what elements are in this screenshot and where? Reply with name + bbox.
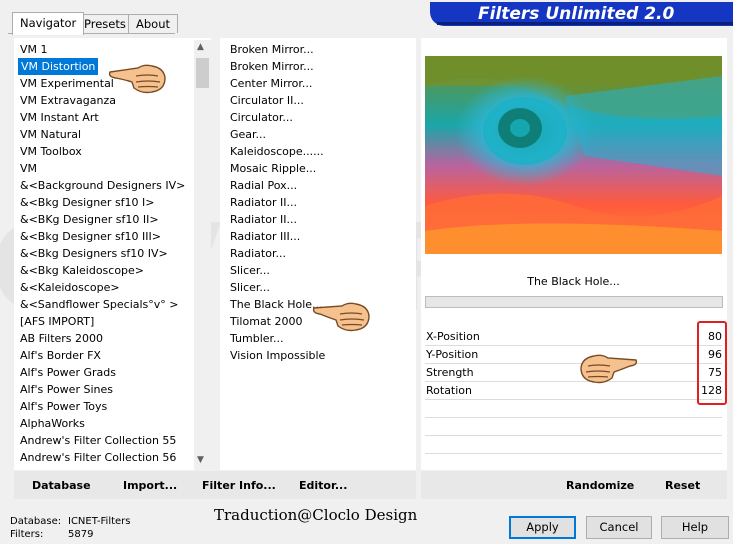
selected-filter-name: The Black Hole...	[425, 272, 722, 292]
category-item[interactable]: AB Filters 2000	[20, 330, 103, 347]
category-item[interactable]: &<Kaleidoscope>	[20, 279, 120, 296]
category-item[interactable]: AlphaWorks	[20, 415, 85, 432]
banner-edge	[437, 22, 733, 25]
category-item[interactable]: &<Bkg Designer sf10 I>	[20, 194, 155, 211]
editor-button[interactable]: Editor...	[299, 479, 347, 492]
category-item[interactable]: VM Extravaganza	[20, 92, 116, 109]
tab-navigator[interactable]: Navigator	[12, 12, 85, 35]
progress-bar	[425, 296, 723, 308]
category-item[interactable]: Alf's Power Toys	[20, 398, 107, 415]
status-filters-value: 5879	[68, 529, 94, 540]
category-item[interactable]: Alf's Power Sines	[20, 381, 113, 398]
database-button[interactable]: Database	[32, 479, 91, 492]
filter-item[interactable]: The Black Hole...	[230, 296, 323, 313]
category-item[interactable]: &<Bkg Designers sf10 IV>	[20, 245, 168, 262]
category-item[interactable]: VM Natural	[20, 126, 81, 143]
hand-pointer-icon	[580, 354, 638, 384]
filter-list[interactable]: Broken Mirror... Broken Mirror... Center M…	[220, 38, 416, 470]
import-button[interactable]: Import...	[123, 479, 177, 492]
category-scrollbar[interactable]: ▲ ▼	[194, 40, 211, 470]
scroll-thumb[interactable]	[196, 58, 209, 88]
hand-pointer-icon	[312, 302, 370, 332]
filter-item[interactable]: Broken Mirror...	[230, 41, 314, 58]
category-item[interactable]: Alf's Border FX	[20, 347, 101, 364]
randomize-button[interactable]: Randomize	[566, 479, 634, 492]
scroll-down-icon[interactable]: ▼	[197, 455, 204, 465]
param-strength-label: Strength	[426, 366, 474, 379]
filter-item[interactable]: Circulator II...	[230, 92, 304, 109]
category-item[interactable]: VM Distortion	[18, 58, 99, 75]
category-item[interactable]: Andrew's Filter Collection 57	[20, 466, 176, 470]
filter-item[interactable]: Vision Impossible	[230, 347, 325, 364]
filter-item[interactable]: Slicer...	[230, 262, 270, 279]
filter-item[interactable]: Tumbler...	[230, 330, 284, 347]
preview-image	[425, 56, 722, 254]
category-item[interactable]: &<BKg Designer sf10 II>	[20, 211, 159, 228]
filter-item[interactable]: Radiator...	[230, 245, 286, 262]
category-list[interactable]: VM 1 VM Distortion VM Experimental VM Extra…	[14, 38, 211, 470]
category-item[interactable]: VM	[20, 160, 37, 177]
left-toolbar: Database Import... Filter Info... Editor…	[14, 471, 416, 499]
filter-item[interactable]: Mosaic Ripple...	[230, 160, 316, 177]
param-rotation-label: Rotation	[426, 384, 473, 397]
scroll-up-icon[interactable]: ▲	[197, 42, 204, 52]
category-item[interactable]: VM 1	[20, 41, 48, 58]
category-item[interactable]: &<Background Designers IV>	[20, 177, 185, 194]
status-database-value: ICNET-Filters	[68, 516, 131, 527]
right-toolbar: Randomize Reset	[421, 471, 727, 499]
reset-button[interactable]: Reset	[665, 479, 700, 492]
hand-pointer-icon	[108, 64, 166, 94]
tab-about[interactable]: About	[128, 14, 179, 33]
filter-item[interactable]: Tilomat 2000	[230, 313, 302, 330]
category-item[interactable]: Andrew's Filter Collection 55	[20, 432, 176, 449]
param-slider-track[interactable]	[425, 399, 722, 400]
tab-presets[interactable]: Presets	[76, 14, 134, 33]
category-item[interactable]: Alf's Power Grads	[20, 364, 116, 381]
filter-item[interactable]: Gear...	[230, 126, 266, 143]
filter-item[interactable]: Radiator II...	[230, 211, 297, 228]
filter-item[interactable]: Slicer...	[230, 279, 270, 296]
filter-item[interactable]: Radial Pox...	[230, 177, 297, 194]
category-item[interactable]: &<Sandflower Specials°v° >	[20, 296, 179, 313]
cancel-button[interactable]: Cancel	[586, 516, 652, 539]
apply-button[interactable]: Apply	[509, 516, 576, 539]
category-item[interactable]: &<Bkg Kaleidoscope>	[20, 262, 144, 279]
filter-info-button[interactable]: Filter Info...	[202, 479, 276, 492]
category-item[interactable]: Andrew's Filter Collection 56	[20, 449, 176, 466]
param-y-position-label: Y-Position	[426, 348, 479, 361]
filter-item[interactable]: Circulator...	[230, 109, 293, 126]
category-item[interactable]: VM Instant Art	[20, 109, 99, 126]
param-empty-row	[425, 453, 722, 454]
filter-item[interactable]: Radiator II...	[230, 194, 297, 211]
category-item[interactable]: VM Experimental	[20, 75, 114, 92]
param-x-position-label: X-Position	[426, 330, 480, 343]
help-button[interactable]: Help	[661, 516, 729, 539]
filter-item[interactable]: Radiator III...	[230, 228, 300, 245]
status-database-label: Database:	[10, 516, 62, 527]
status-filters-label: Filters:	[10, 529, 44, 540]
highlight-box	[697, 321, 727, 405]
category-item[interactable]: [AFS IMPORT]	[20, 313, 94, 330]
credit-text: Traduction@Cloclo Design	[214, 506, 418, 524]
filter-item[interactable]: Kaleidoscope......	[230, 143, 324, 160]
filter-item[interactable]: Broken Mirror...	[230, 58, 314, 75]
category-item[interactable]: VM Toolbox	[20, 143, 82, 160]
param-empty-row	[425, 417, 722, 418]
category-item[interactable]: &<Bkg Designer sf10 III>	[20, 228, 161, 245]
param-empty-row	[425, 435, 722, 436]
filter-item[interactable]: Center Mirror...	[230, 75, 312, 92]
